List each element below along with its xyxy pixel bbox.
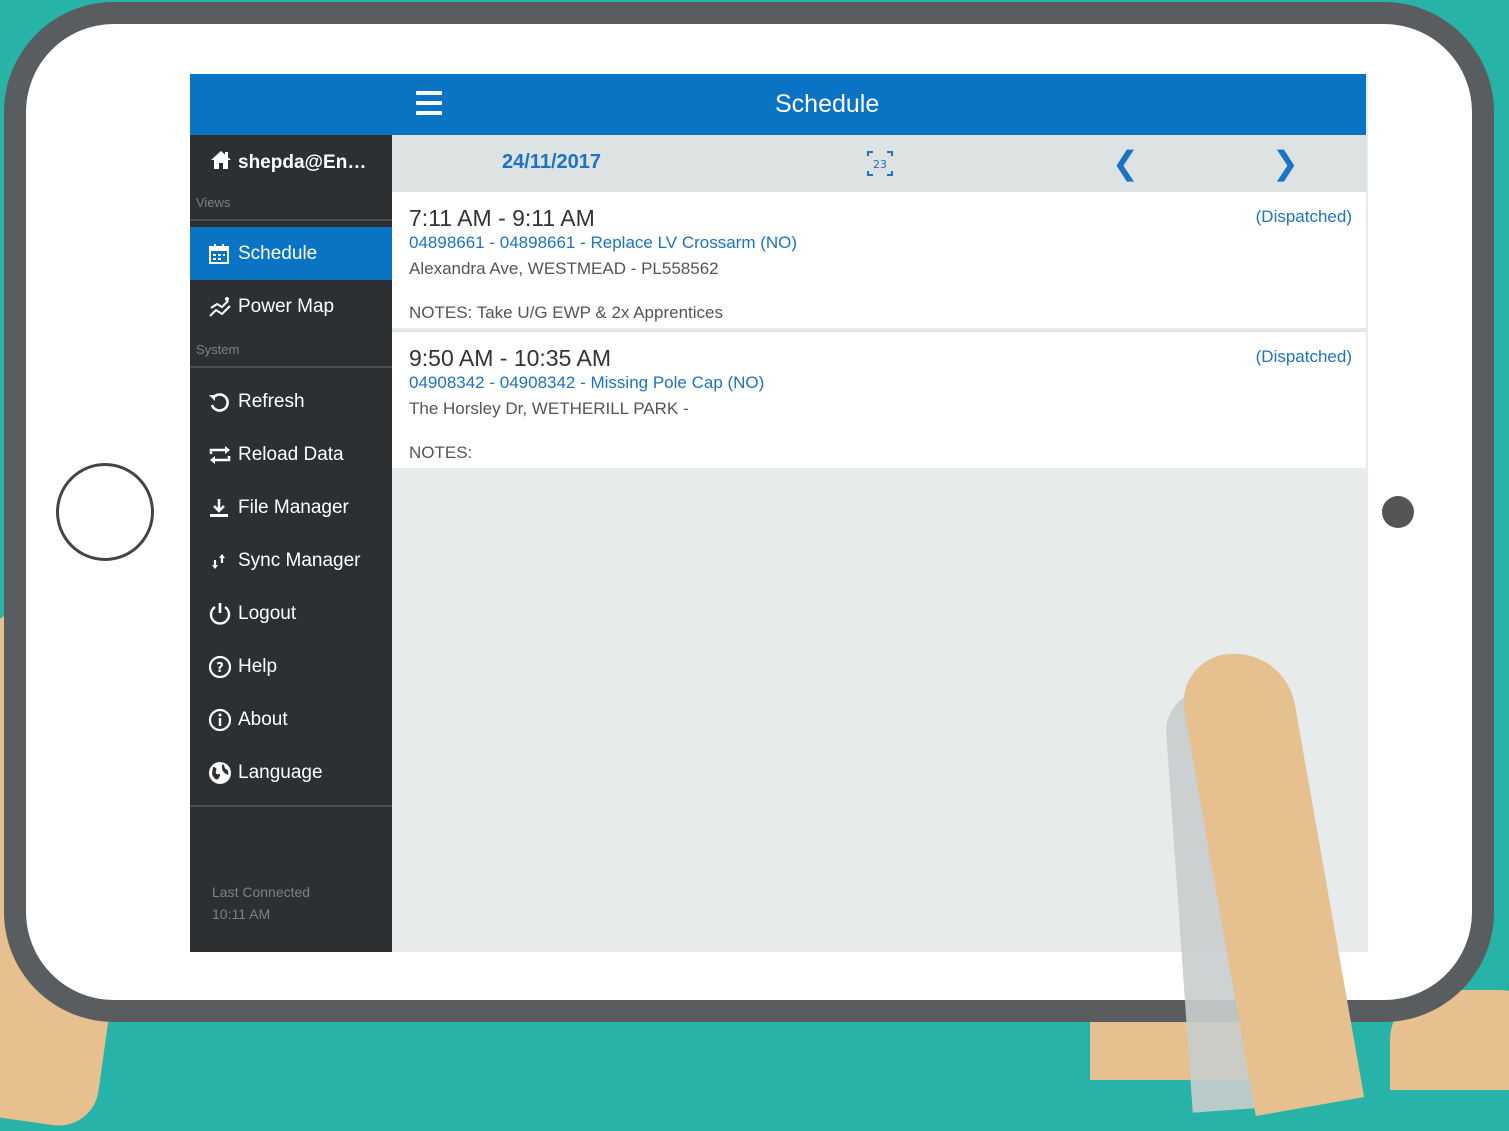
job-title: 04898661 - 04898661 - Replace LV Crossar… <box>409 233 798 252</box>
current-date[interactable]: 24/11/2017 <box>502 151 601 174</box>
sidebar-item-label: Reload Data <box>238 443 344 465</box>
sidebar-item-label: Power Map <box>238 295 335 317</box>
divider <box>190 366 392 368</box>
refresh-icon <box>208 391 238 413</box>
top-bar: Schedule <box>190 74 1366 135</box>
sidebar-item-power-map[interactable]: Power Map <box>190 280 392 333</box>
last-connected-label: Last Connected <box>212 884 311 900</box>
sidebar-item-label: File Manager <box>238 496 349 518</box>
sidebar: shepda@En… Views Schedule Power Map Syst… <box>190 135 392 952</box>
sidebar-item-reload-data[interactable]: Reload Data <box>190 428 392 481</box>
menu-icon[interactable] <box>416 91 442 117</box>
job-address: Alexandra Ave, WESTMEAD - PL558562 <box>409 259 719 278</box>
sidebar-item-label: Schedule <box>238 242 318 264</box>
calendar-picker-icon[interactable]: 23 <box>865 150 895 183</box>
home-icon <box>210 150 238 176</box>
divider <box>190 805 392 807</box>
svg-text:?: ? <box>216 661 224 676</box>
job-title: 04908342 - 04908342 - Missing Pole Cap (… <box>409 373 765 392</box>
previous-day-button[interactable]: ❮ <box>1112 144 1139 182</box>
calendar-day: 23 <box>873 158 887 171</box>
last-connected: Last Connected 10:11 AM <box>212 881 310 925</box>
job-notes: NOTES: Take U/G EWP & 2x Apprentices <box>409 303 723 322</box>
help-icon: ? <box>208 655 238 679</box>
job-time: 9:50 AM - 10:35 AM <box>409 345 612 371</box>
sidebar-item-language[interactable]: Language <box>190 746 392 799</box>
sidebar-item-logout[interactable]: Logout <box>190 587 392 640</box>
system-section-label: System <box>196 342 240 357</box>
user-account[interactable]: shepda@En… <box>190 135 392 190</box>
power-icon <box>208 602 238 626</box>
user-name: shepda@En… <box>238 151 367 173</box>
sidebar-item-refresh[interactable]: Refresh <box>190 375 392 428</box>
divider <box>190 219 392 221</box>
download-icon <box>208 497 238 519</box>
views-section-label: Views <box>196 195 231 210</box>
tablet-home-button <box>56 463 154 561</box>
sidebar-item-label: Help <box>238 655 278 677</box>
sidebar-item-help[interactable]: ? Help <box>190 640 392 693</box>
tablet-camera <box>1382 496 1414 528</box>
sidebar-item-label: Refresh <box>238 390 305 412</box>
job-address: The Horsley Dr, WETHERILL PARK - <box>409 399 689 418</box>
sidebar-item-file-manager[interactable]: File Manager <box>190 481 392 534</box>
sidebar-item-label: About <box>238 708 288 730</box>
job-card[interactable]: 9:50 AM - 10:35 AM (Dispatched) 04908342… <box>392 332 1366 468</box>
next-day-button[interactable]: ❯ <box>1272 144 1299 182</box>
date-bar: 24/11/2017 23 ❮ ❯ <box>392 135 1366 192</box>
sync-icon <box>208 550 238 572</box>
job-time: 7:11 AM - 9:11 AM <box>409 205 595 231</box>
job-notes: NOTES: <box>409 443 473 462</box>
info-icon <box>208 708 238 732</box>
reload-icon <box>208 445 238 465</box>
sidebar-item-about[interactable]: About <box>190 693 392 746</box>
power-map-icon <box>208 296 238 318</box>
globe-icon <box>208 761 238 785</box>
job-card[interactable]: 7:11 AM - 9:11 AM (Dispatched) 04898661 … <box>392 192 1366 328</box>
sidebar-item-label: Logout <box>238 602 297 624</box>
sidebar-item-sync-manager[interactable]: Sync Manager <box>190 534 392 587</box>
job-status: (Dispatched) <box>1255 207 1352 226</box>
job-status: (Dispatched) <box>1255 347 1352 366</box>
page-title: Schedule <box>775 90 880 118</box>
calendar-icon <box>208 243 238 265</box>
sidebar-item-label: Language <box>238 761 323 783</box>
last-connected-time: 10:11 AM <box>212 906 271 922</box>
sidebar-item-schedule[interactable]: Schedule <box>190 227 392 280</box>
sidebar-item-label: Sync Manager <box>238 549 361 571</box>
